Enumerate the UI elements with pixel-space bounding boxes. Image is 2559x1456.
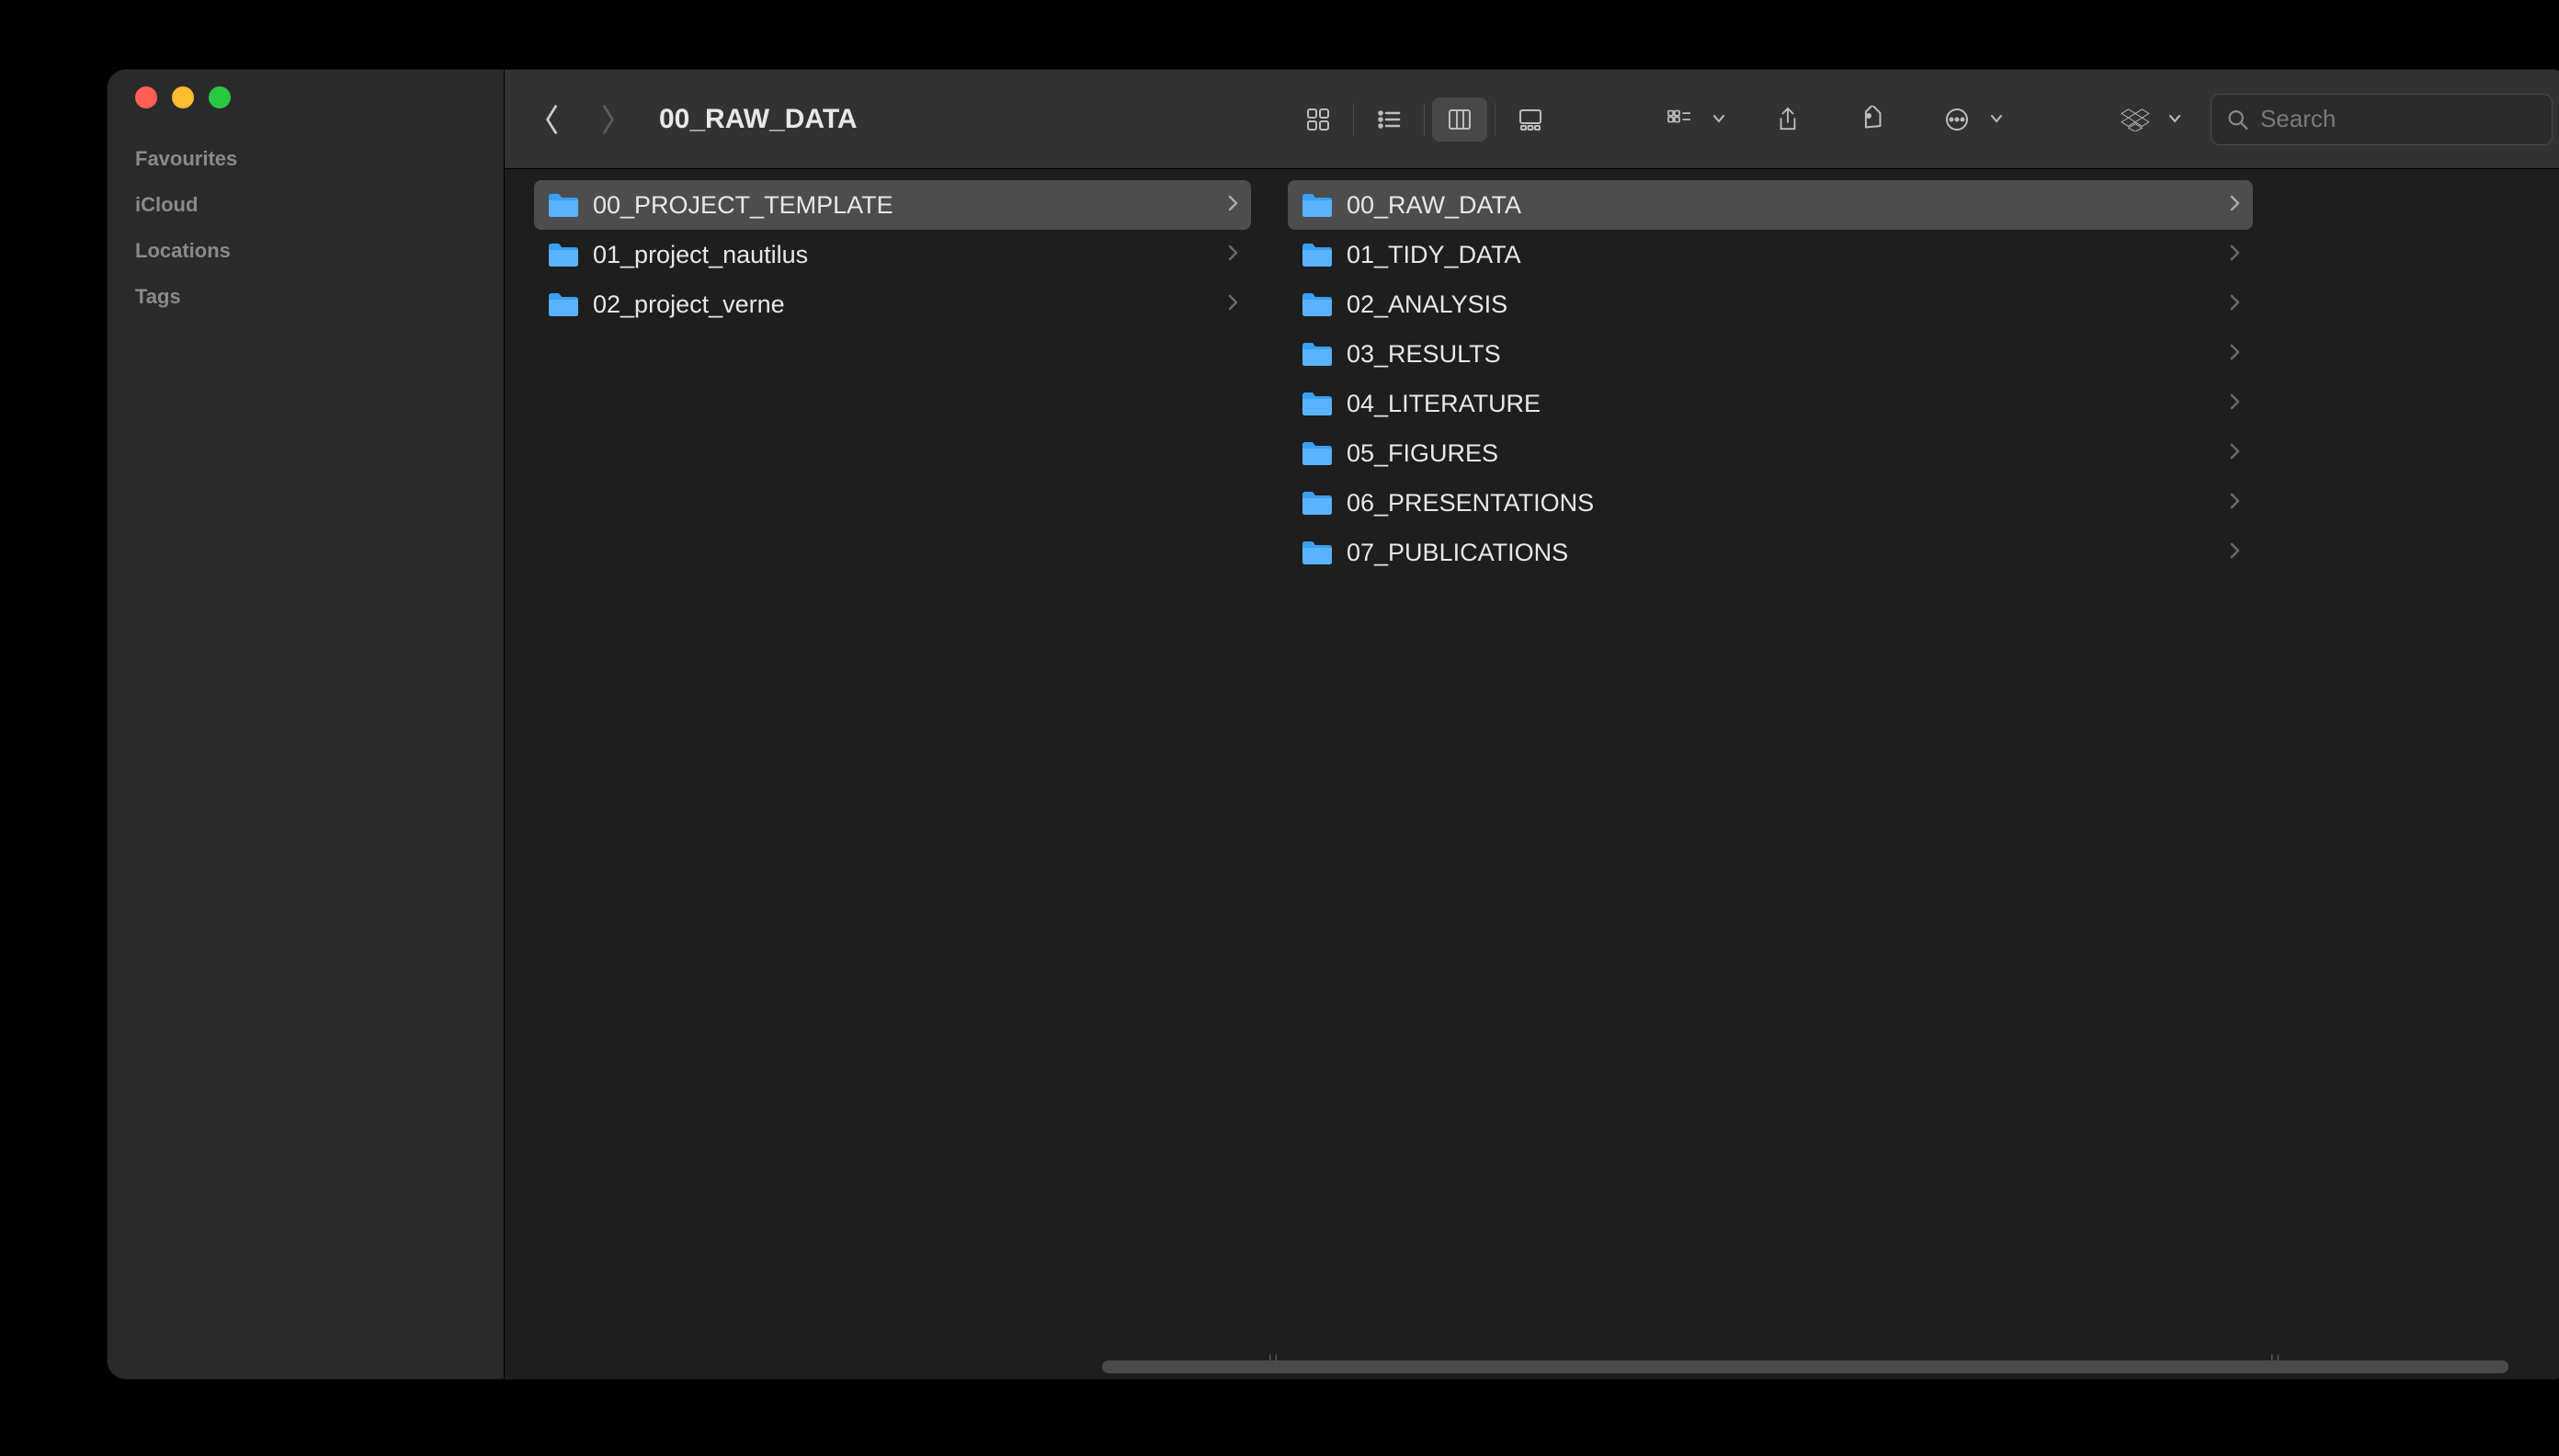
dropbox-button[interactable] — [2108, 97, 2163, 142]
sidebar-section-tags[interactable]: Tags — [108, 274, 504, 320]
toolbar: 00_RAW_DATA — [505, 70, 2559, 169]
folder-label: 00_PROJECT_TEMPLATE — [593, 191, 1227, 220]
folder-item[interactable]: 00_RAW_DATA — [1288, 180, 2253, 230]
folder-label: 02_ANALYSIS — [1347, 290, 2229, 319]
folder-icon — [1301, 390, 1334, 417]
folder-label: 04_LITERATURE — [1347, 390, 2229, 418]
chevron-right-icon — [2229, 392, 2242, 415]
column-browser: 00_PROJECT_TEMPLATE 01_project_nautilus 02… — [505, 169, 2559, 1379]
chevron-right-icon — [2229, 343, 2242, 366]
folder-label: 06_PRESENTATIONS — [1347, 489, 2229, 518]
close-button[interactable] — [135, 86, 157, 108]
folder-label: 00_RAW_DATA — [1347, 191, 2229, 220]
chevron-down-icon — [1990, 112, 2005, 127]
chevron-right-icon — [1227, 194, 1240, 217]
folder-item[interactable]: 06_PRESENTATIONS — [1288, 478, 2253, 528]
chevron-down-icon — [1712, 112, 1727, 127]
folder-item[interactable]: 01_TIDY_DATA — [1288, 230, 2253, 279]
folder-icon — [1301, 439, 1334, 467]
window-controls — [108, 86, 504, 136]
chevron-right-icon — [2229, 293, 2242, 316]
gallery-view-button[interactable] — [1503, 97, 1558, 142]
column-1: 00_PROJECT_TEMPLATE 01_project_nautilus 02… — [534, 169, 1260, 1379]
main-area: 00_RAW_DATA — [505, 70, 2559, 1379]
sidebar-section-icloud[interactable]: iCloud — [108, 182, 504, 228]
sidebar-section-favourites[interactable]: Favourites — [108, 136, 504, 182]
forward-button[interactable] — [593, 105, 622, 134]
folder-icon — [1301, 191, 1334, 219]
sidebar-section-locations[interactable]: Locations — [108, 228, 504, 274]
folder-icon — [1301, 340, 1334, 368]
chevron-right-icon — [2229, 244, 2242, 267]
chevron-right-icon — [2229, 194, 2242, 217]
minimize-button[interactable] — [172, 86, 194, 108]
folder-icon — [547, 241, 580, 268]
scrollbar-thumb[interactable] — [1102, 1360, 2508, 1373]
actions-button[interactable] — [1929, 97, 1985, 142]
back-button[interactable] — [538, 105, 567, 134]
window-title: 00_RAW_DATA — [659, 104, 858, 135]
folder-icon — [547, 290, 580, 318]
maximize-button[interactable] — [209, 86, 231, 108]
group-by-button[interactable] — [1652, 97, 1707, 142]
folder-label: 03_RESULTS — [1347, 340, 2229, 369]
folder-item[interactable]: 03_RESULTS — [1288, 329, 2253, 379]
folder-label: 01_TIDY_DATA — [1347, 241, 2229, 269]
search-box[interactable] — [2211, 94, 2553, 145]
folder-item[interactable]: 02_project_verne — [534, 279, 1251, 329]
folder-item[interactable]: 04_LITERATURE — [1288, 379, 2253, 428]
folder-item[interactable]: 07_PUBLICATIONS — [1288, 528, 2253, 577]
column-3 — [2290, 169, 2559, 1379]
folder-label: 07_PUBLICATIONS — [1347, 539, 2229, 567]
folder-icon — [547, 191, 580, 219]
chevron-right-icon — [2229, 492, 2242, 515]
column-2: 00_RAW_DATA 01_TIDY_DATA 02_ANALYSIS 03_RES… — [1288, 169, 2262, 1379]
icon-view-button[interactable] — [1291, 97, 1346, 142]
chevron-down-icon — [2168, 112, 2183, 127]
nav-buttons — [538, 105, 622, 134]
folder-icon — [1301, 489, 1334, 517]
folder-icon — [1301, 290, 1334, 318]
view-mode-group — [1291, 97, 1558, 142]
horizontal-scrollbar[interactable] — [505, 1360, 2559, 1373]
search-input[interactable] — [2260, 105, 2537, 133]
column-view-button[interactable] — [1432, 97, 1487, 142]
folder-label: 02_project_verne — [593, 290, 1227, 319]
list-view-button[interactable] — [1361, 97, 1416, 142]
folder-label: 05_FIGURES — [1347, 439, 2229, 468]
folder-icon — [1301, 539, 1334, 566]
folder-item[interactable]: 02_ANALYSIS — [1288, 279, 2253, 329]
sidebar: Favourites iCloud Locations Tags — [108, 70, 505, 1379]
share-button[interactable] — [1760, 97, 1815, 142]
column-resize-handle[interactable]: || — [1260, 169, 1288, 1379]
folder-icon — [1301, 241, 1334, 268]
finder-window: Favourites iCloud Locations Tags 00_RAW_… — [108, 70, 2559, 1379]
chevron-right-icon — [1227, 293, 1240, 316]
folder-label: 01_project_nautilus — [593, 241, 1227, 269]
chevron-right-icon — [2229, 442, 2242, 465]
chevron-right-icon — [2229, 541, 2242, 564]
column-resize-handle[interactable]: || — [2262, 169, 2290, 1379]
folder-item[interactable]: 05_FIGURES — [1288, 428, 2253, 478]
tags-button[interactable] — [1845, 97, 1900, 142]
folder-item[interactable]: 00_PROJECT_TEMPLATE — [534, 180, 1251, 230]
chevron-right-icon — [1227, 244, 1240, 267]
folder-item[interactable]: 01_project_nautilus — [534, 230, 1251, 279]
